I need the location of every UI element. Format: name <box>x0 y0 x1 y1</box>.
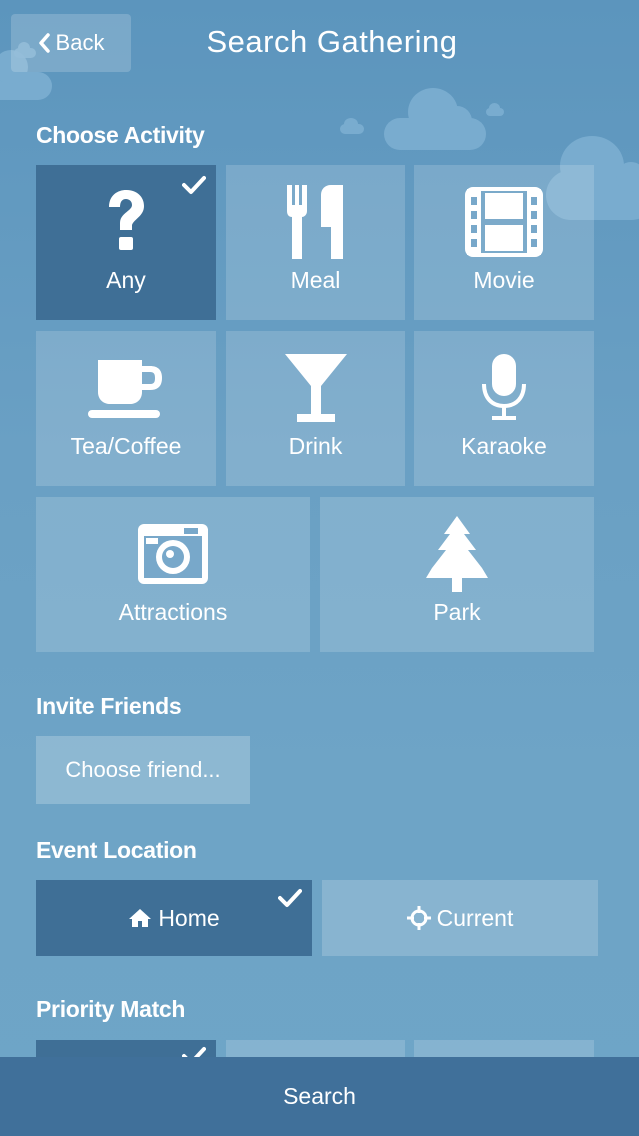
activity-label: Meal <box>290 267 341 293</box>
microphone-icon <box>479 349 529 427</box>
activity-label: Movie <box>473 267 535 293</box>
activity-tile-attractions[interactable]: Attractions <box>36 497 310 652</box>
home-icon <box>129 909 152 927</box>
cloud-decoration <box>384 88 486 150</box>
cocktail-icon <box>283 349 349 427</box>
location-home-button[interactable]: Home <box>36 880 312 956</box>
tree-icon <box>426 515 488 593</box>
checkmark-icon <box>278 889 302 907</box>
choose-activity-heading: Choose Activity <box>36 122 205 148</box>
activity-tile-park[interactable]: Park <box>320 497 594 652</box>
priority-match-heading: Priority Match <box>36 996 186 1022</box>
location-current-button[interactable]: Current <box>322 880 598 956</box>
activity-tile-tea-coffee[interactable]: Tea/Coffee <box>36 331 216 486</box>
activity-label: Any <box>106 267 146 293</box>
activity-tile-movie[interactable]: Movie <box>414 165 594 320</box>
page-title: Search Gathering <box>206 24 458 59</box>
cloud-decoration <box>340 118 364 134</box>
fork-knife-icon <box>285 183 347 261</box>
crosshair-icon <box>406 906 431 930</box>
event-location-heading: Event Location <box>36 837 197 863</box>
activity-tile-karaoke[interactable]: Karaoke <box>414 331 594 486</box>
location-home-label: Home <box>158 904 220 931</box>
cloud-decoration <box>486 103 504 116</box>
activity-tile-any[interactable]: Any <box>36 165 216 320</box>
activity-tile-meal[interactable]: Meal <box>226 165 405 320</box>
activity-label: Drink <box>288 433 343 459</box>
invite-friends-heading: Invite Friends <box>36 693 182 719</box>
activity-tile-drink[interactable]: Drink <box>226 331 405 486</box>
checkmark-icon <box>182 176 206 194</box>
coffee-cup-icon <box>88 349 164 427</box>
question-icon <box>104 183 148 261</box>
cloud-decoration <box>0 50 52 100</box>
activity-label: Park <box>433 599 481 625</box>
activity-label: Tea/Coffee <box>70 433 182 459</box>
search-button[interactable]: Search <box>0 1057 639 1136</box>
location-current-label: Current <box>436 904 514 931</box>
activity-label: Attractions <box>118 599 228 625</box>
film-icon <box>465 183 543 261</box>
choose-friend-button[interactable]: Choose friend... <box>36 736 250 804</box>
activity-label: Karaoke <box>461 433 547 459</box>
camera-icon <box>136 515 210 593</box>
